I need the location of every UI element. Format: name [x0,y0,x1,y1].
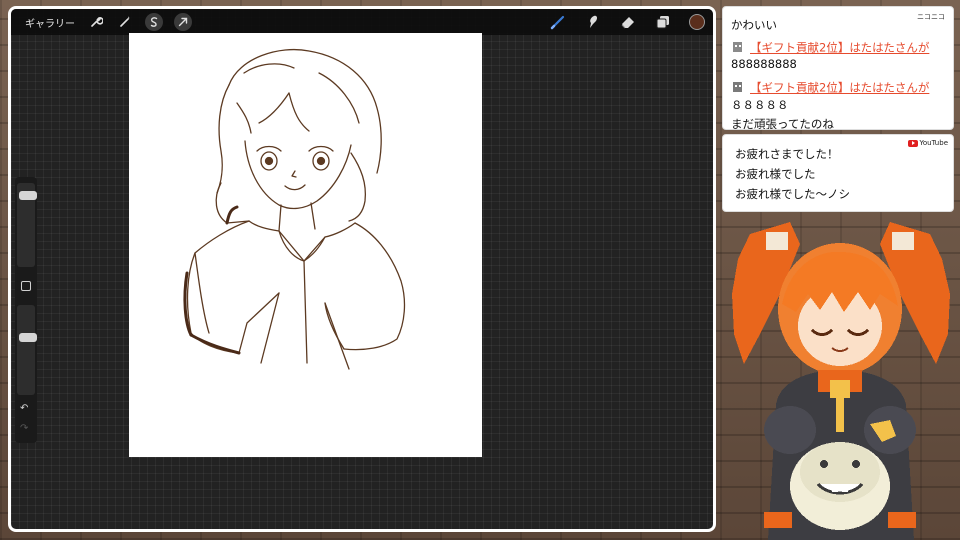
drawing-app-window: ギャラリー ↶ ↷ [8,6,716,532]
brush-size-slider[interactable] [17,183,37,267]
magic-wand-icon[interactable] [116,13,134,31]
chat-message: 888888888 [731,57,797,71]
modify-button[interactable] [21,281,31,291]
redo-icon[interactable]: ↷ [20,423,28,434]
chat-message: お疲れ様でした [735,167,816,181]
gift-message: 【ギフト貢献2位】はたはたさんが [731,37,951,55]
opacity-thumb[interactable] [19,333,37,342]
youtube-chat-panel: YouTube お疲れさまでした！ お疲れ様でした お疲れ様でした〜ノシ [722,134,954,212]
youtube-brand-label: YouTube [919,139,948,147]
chat-message: まだ頑張ってたのね [731,117,834,130]
line-art-sketch [183,48,406,370]
layers-icon[interactable] [654,13,672,31]
opacity-slider[interactable] [17,305,37,395]
streamer-avatar [720,214,960,540]
youtube-logo-icon [907,139,918,147]
eraser-icon[interactable] [619,13,637,31]
user-pixel-avatar-icon [733,82,742,92]
smudge-icon[interactable] [584,13,602,31]
youtube-brand: YouTube [907,139,948,147]
brush-sidebar: ↶ ↷ [15,177,37,443]
gallery-button[interactable]: ギャラリー [25,15,75,30]
selection-icon[interactable] [145,13,163,31]
painting-tools [532,13,705,31]
wrench-icon[interactable] [87,13,105,31]
user-pixel-avatar-icon [733,42,742,52]
drawing-canvas[interactable] [129,33,482,457]
chat-message: ８８８８８ [731,98,789,112]
undo-icon[interactable]: ↶ [20,403,28,414]
transform-arrow-icon[interactable] [174,13,192,31]
gift-message: 【ギフト貢献2位】はたはたさんが [731,77,951,95]
brush-icon[interactable] [549,13,567,31]
chat-message: お疲れさまでした！ [735,147,839,161]
color-picker[interactable] [689,14,705,30]
chat-message: お疲れ様でした〜ノシ [735,187,850,201]
app-toolbar: ギャラリー [11,9,713,35]
chat-message: かわいい [731,18,777,32]
niconico-brand: ニコニコ [915,11,947,23]
niconico-chat-panel: ニコニコ かわいい 【ギフト貢献2位】はたはたさんが 888888888 【ギフ… [722,6,954,130]
brush-size-thumb[interactable] [19,191,37,200]
